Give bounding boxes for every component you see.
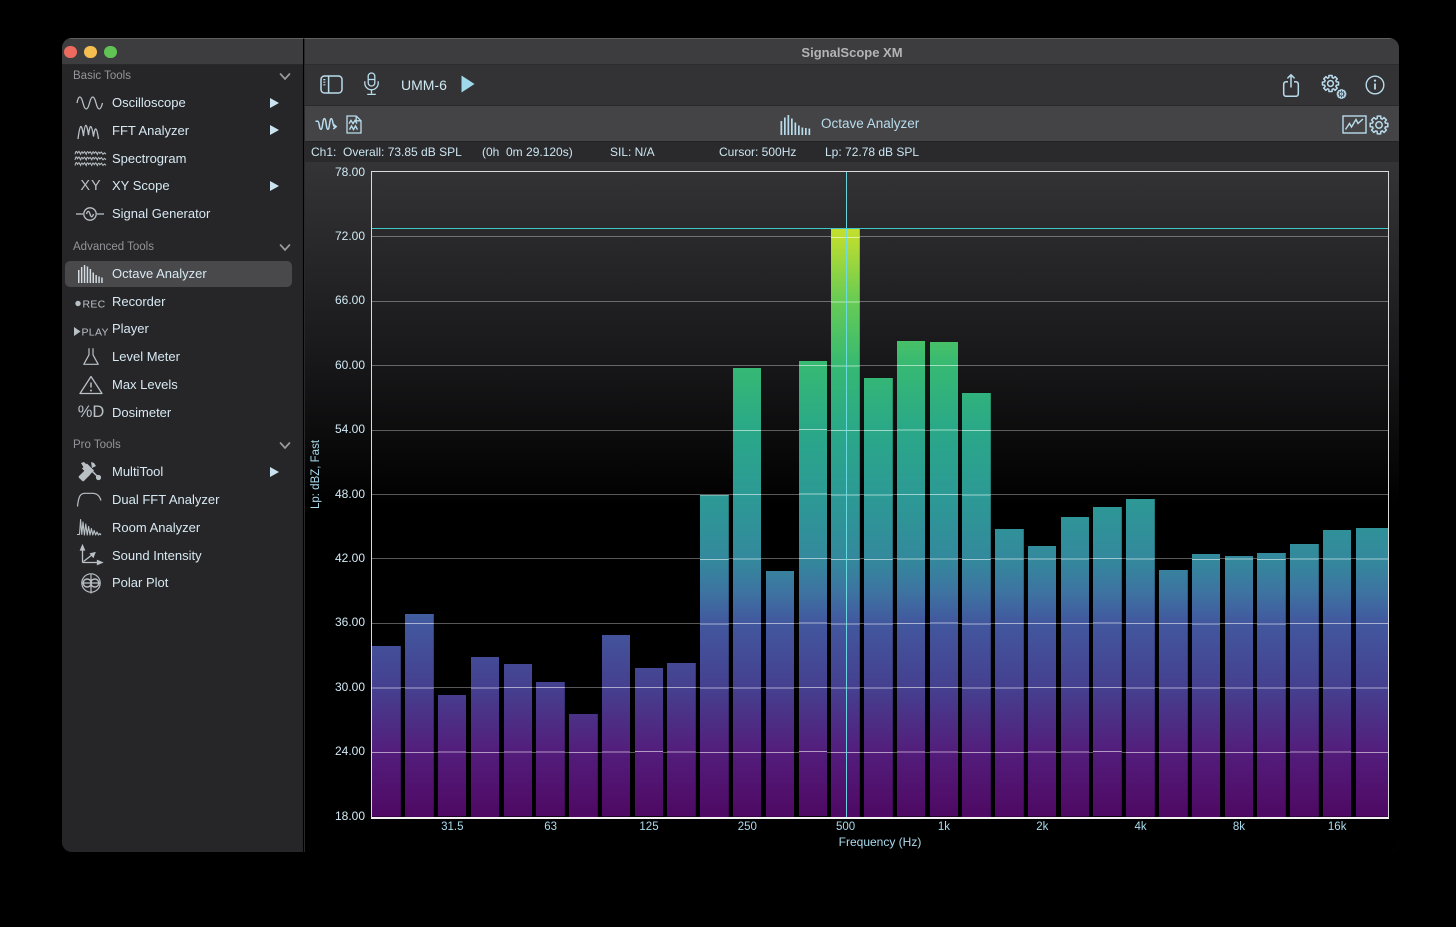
svg-text:PLAY: PLAY — [82, 327, 109, 339]
svg-text:REC: REC — [83, 299, 106, 311]
